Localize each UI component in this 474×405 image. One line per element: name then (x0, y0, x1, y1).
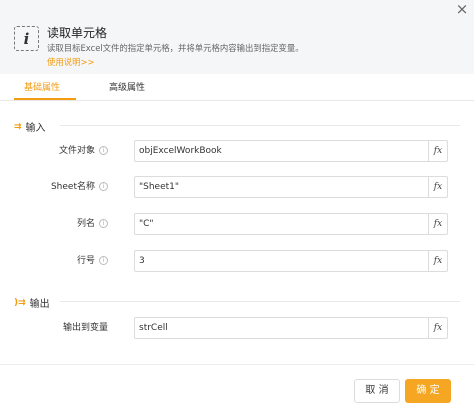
fx-icon[interactable]: fx (428, 318, 447, 338)
footer-divider (0, 364, 474, 365)
output-variable-field[interactable]: strCell fx (134, 317, 448, 339)
dialog-header: i 读取单元格 读取目标Excel文件的指定单元格，并将单元格内容输出到指定变量… (0, 0, 474, 74)
fx-icon[interactable]: fx (428, 177, 447, 197)
input-section-title: 输入 (25, 123, 46, 134)
column-name-field[interactable]: "C" fx (134, 213, 448, 235)
file-object-field[interactable]: objExcelWorkBook fx (134, 140, 448, 162)
fx-icon[interactable]: fx (428, 251, 447, 271)
info-icon: i (99, 219, 108, 228)
fx-icon[interactable]: fx (428, 141, 447, 161)
sheet-name-field[interactable]: "Sheet1" fx (134, 176, 448, 198)
field-label-sheet-name: Sheet名称 i (0, 181, 108, 193)
row-number-value: 3 (139, 256, 145, 266)
close-icon[interactable]: × (454, 1, 470, 17)
field-label-row-number: 行号 i (0, 255, 108, 267)
input-arrow-icon: ⇉ (14, 121, 22, 132)
column-name-value: "C" (139, 219, 154, 229)
field-label-output-variable: 输出到变量 (62, 323, 108, 333)
confirm-button[interactable]: 确 定 (405, 379, 451, 403)
info-icon: i (99, 146, 108, 155)
file-object-value: objExcelWorkBook (139, 146, 222, 156)
sheet-name-value: "Sheet1" (139, 182, 180, 192)
dialog-description: 读取目标Excel文件的指定单元格，并将单元格内容输出到指定变量。 (47, 43, 304, 53)
cancel-button[interactable]: 取 消 (354, 379, 400, 403)
dialog-title: 读取单元格 (47, 26, 108, 40)
fx-icon[interactable]: fx (428, 214, 447, 234)
tab-bar: 基础属性 高级属性 (0, 74, 474, 101)
input-section-header: ⇉ 输入 (14, 119, 46, 135)
tab-basic-properties[interactable]: 基础属性 (24, 80, 60, 93)
field-label-column-name: 列名 i (0, 218, 108, 230)
info-icon: i (99, 182, 108, 191)
section-divider (60, 125, 460, 126)
output-arrow-icon: )⇉ (14, 297, 26, 308)
help-link[interactable]: 使用说明>> (47, 56, 95, 68)
output-section-header: )⇉ 输出 (14, 295, 50, 311)
active-tab-indicator (14, 98, 76, 100)
info-icon: i (99, 256, 108, 265)
field-label-file-object: 文件对象 i (0, 145, 108, 157)
row-number-field[interactable]: 3 fx (134, 250, 448, 272)
section-divider (60, 301, 460, 302)
info-icon: i (14, 26, 39, 51)
output-section-title: 输出 (29, 299, 50, 310)
output-variable-value: strCell (139, 323, 168, 333)
tab-advanced-properties[interactable]: 高级属性 (109, 80, 145, 93)
